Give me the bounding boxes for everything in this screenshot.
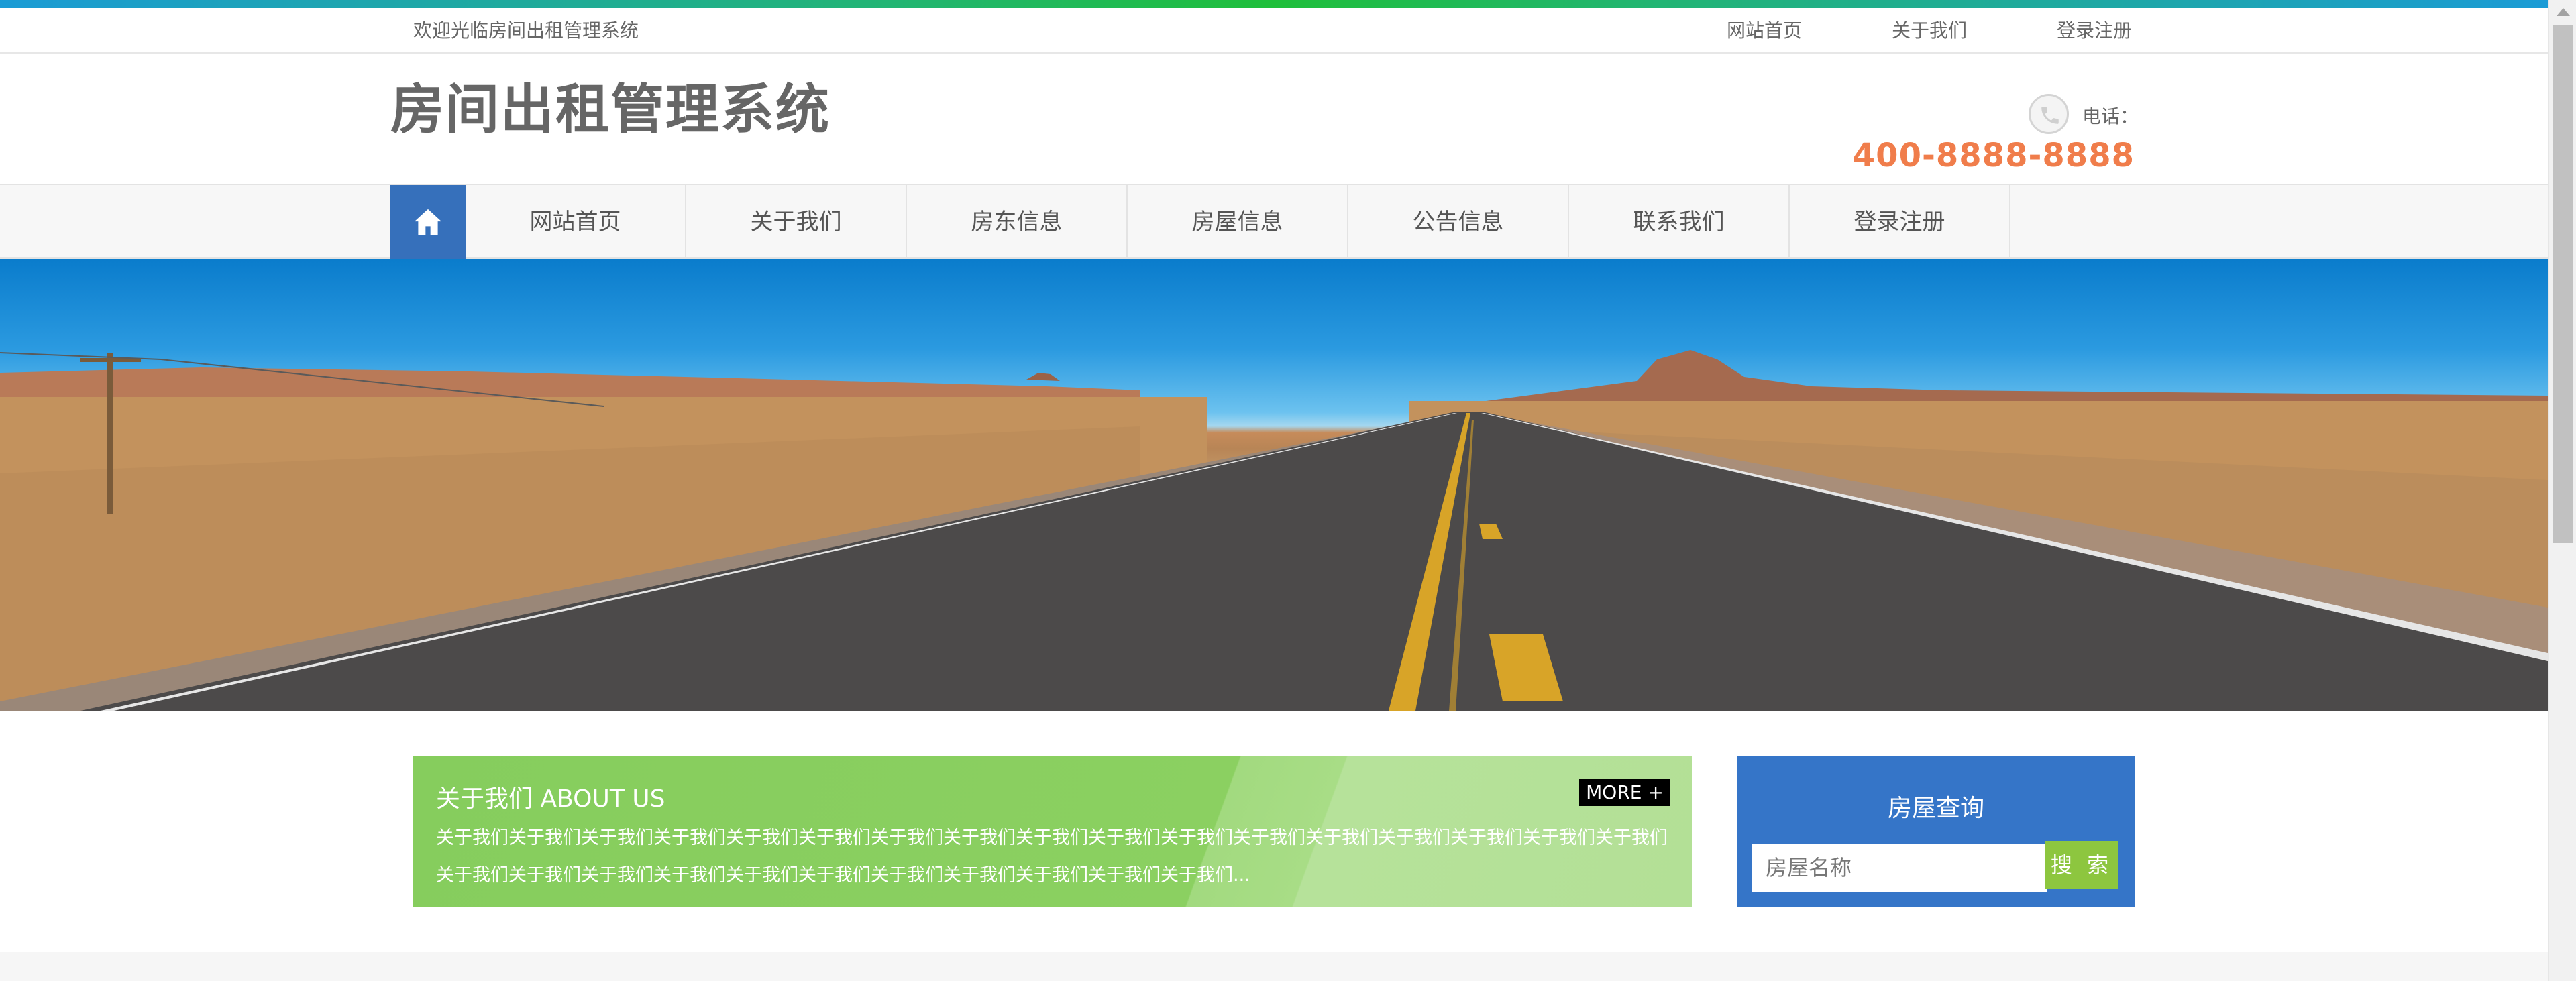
nav-item-home[interactable]: 网站首页 bbox=[466, 185, 686, 259]
top-link-about[interactable]: 关于我们 bbox=[1892, 8, 1967, 54]
welcome-text: 欢迎光临房间出租管理系统 bbox=[413, 19, 639, 42]
nav-item-notices[interactable]: 公告信息 bbox=[1348, 185, 1569, 259]
about-title: 关于我们 ABOUT US bbox=[436, 785, 665, 813]
scroll-up-arrow-icon[interactable] bbox=[2557, 8, 2570, 16]
main-nav: 网站首页 关于我们 房东信息 房屋信息 公告信息 联系我们 登录注册 bbox=[0, 184, 2548, 259]
about-text: 关于我们关于我们关于我们关于我们关于我们关于我们关于我们关于我们关于我们关于我们… bbox=[436, 827, 1668, 886]
scroll-thumb[interactable] bbox=[2553, 25, 2573, 543]
top-link-home[interactable]: 网站首页 bbox=[1727, 8, 1802, 54]
home-icon bbox=[414, 209, 442, 235]
nav-item-landlords[interactable]: 房东信息 bbox=[907, 185, 1128, 259]
phone-label: 电话： bbox=[2082, 105, 2139, 127]
house-search-panel: 房屋查询 搜 索 bbox=[1737, 756, 2135, 907]
banner-image bbox=[0, 350, 2548, 711]
nav-item-about[interactable]: 关于我们 bbox=[686, 185, 907, 259]
top-link-login[interactable]: 登录注册 bbox=[2057, 8, 2132, 54]
phone-number: 400-8888-8888 bbox=[1852, 137, 2135, 174]
about-more-button[interactable]: MORE + bbox=[1579, 779, 1670, 806]
phone-icon bbox=[2029, 94, 2069, 134]
hero-banner[interactable] bbox=[0, 259, 2548, 711]
search-title: 房屋查询 bbox=[1887, 795, 1984, 822]
site-logo[interactable]: 房间出租管理系统 bbox=[390, 78, 830, 142]
about-section: 关于我们 ABOUT US MORE + 关于我们关于我们关于我们关于我们关于我… bbox=[413, 756, 1692, 907]
search-button[interactable]: 搜 索 bbox=[2045, 841, 2118, 889]
content-bottom-band bbox=[0, 952, 2548, 981]
house-name-input[interactable] bbox=[1752, 844, 2047, 892]
nav-item-login[interactable]: 登录注册 bbox=[1790, 185, 2010, 259]
top-bar: 欢迎光临房间出租管理系统 网站首页 关于我们 登录注册 bbox=[0, 8, 2548, 54]
nav-home-button[interactable] bbox=[390, 185, 466, 259]
top-accent-strip bbox=[0, 0, 2548, 8]
nav-item-contact[interactable]: 联系我们 bbox=[1569, 185, 1790, 259]
site-header: 房间出租管理系统 电话： 400-8888-8888 bbox=[0, 54, 2548, 184]
page-scrollbar[interactable] bbox=[2548, 0, 2576, 981]
top-links: 网站首页 关于我们 登录注册 bbox=[1637, 8, 2132, 54]
nav-item-houses[interactable]: 房屋信息 bbox=[1128, 185, 1348, 259]
